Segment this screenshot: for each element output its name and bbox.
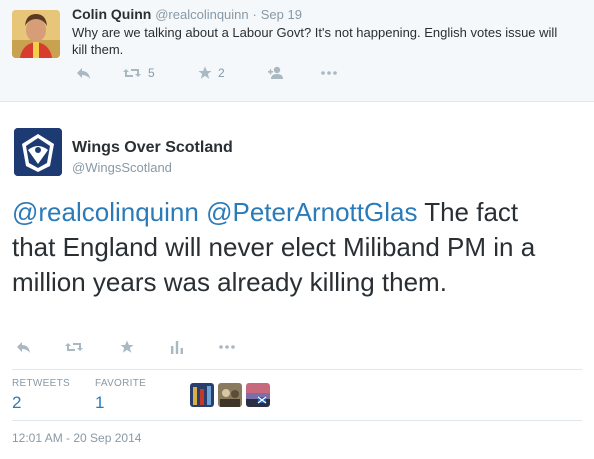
main-reply-button[interactable] — [16, 340, 32, 354]
parent-author-handle[interactable]: @realcolinquinn — [155, 7, 248, 22]
parent-follow-button[interactable] — [268, 66, 286, 80]
favoriter-avatar[interactable] — [246, 383, 270, 407]
retweets-label: RETWEETS — [12, 378, 70, 389]
mention-realcolinquinn[interactable]: @realcolinquinn — [12, 197, 199, 227]
analytics-icon — [171, 341, 183, 354]
retweets-stat[interactable]: RETWEETS 2 — [12, 378, 70, 413]
favorite-icon — [198, 66, 212, 79]
retweet-icon — [123, 69, 141, 77]
main-author-name[interactable]: Wings Over Scotland — [72, 139, 233, 157]
wings-over-scotland-avatar[interactable] — [14, 128, 62, 176]
main-author-handle[interactable]: @WingsScotland — [72, 160, 172, 175]
reply-icon — [77, 68, 90, 79]
parent-author[interactable]: Colin Quinn @realcolinquinn · Sep 19 — [72, 6, 302, 22]
tweet-timestamp[interactable]: 12:01 AM - 20 Sep 2014 — [12, 431, 141, 445]
main-favorite-button[interactable] — [120, 340, 134, 354]
more-icon — [321, 71, 337, 75]
favoriters-avatars — [190, 383, 270, 407]
parent-date[interactable]: Sep 19 — [261, 7, 302, 22]
favoriter-avatar[interactable] — [190, 383, 214, 407]
favoriter-avatar[interactable] — [218, 383, 242, 407]
parent-reply-button[interactable] — [76, 66, 92, 80]
parent-retweet-count: 5 — [148, 66, 155, 80]
more-icon — [219, 345, 235, 349]
parent-tweet[interactable]: Colin Quinn @realcolinquinn · Sep 19 Why… — [0, 0, 594, 102]
mention-peterarnottglas[interactable]: @PeterArnottGlas — [206, 197, 417, 227]
main-retweet-button[interactable] — [64, 340, 84, 354]
parent-separator: · — [252, 7, 257, 22]
reply-icon — [17, 342, 30, 353]
stats-bottom-divider — [12, 420, 582, 421]
main-analytics-button[interactable] — [170, 340, 184, 354]
parent-more-button[interactable] — [320, 66, 338, 80]
parent-favorite-count: 2 — [218, 66, 225, 80]
favorites-label: FAVORITE — [95, 378, 147, 389]
favorite-icon — [120, 340, 134, 353]
favorites-count[interactable]: 1 — [95, 393, 146, 413]
favorites-stat[interactable]: FAVORITE 1 — [95, 378, 146, 413]
colin-quinn-avatar[interactable] — [12, 10, 60, 58]
retweets-count[interactable]: 2 — [12, 393, 70, 413]
parent-retweet-button[interactable]: 5 — [122, 66, 155, 80]
main-tweet-text: @realcolinquinn @PeterArnottGlas The fac… — [12, 195, 557, 300]
follow-icon — [268, 66, 283, 79]
parent-favorite-button[interactable]: 2 — [198, 66, 225, 80]
stats-top-divider — [12, 369, 582, 370]
parent-tweet-text: Why are we talking about a Labour Govt? … — [72, 25, 558, 57]
parent-author-name[interactable]: Colin Quinn — [72, 6, 151, 22]
main-more-button[interactable] — [218, 340, 236, 354]
retweet-icon — [65, 343, 83, 351]
